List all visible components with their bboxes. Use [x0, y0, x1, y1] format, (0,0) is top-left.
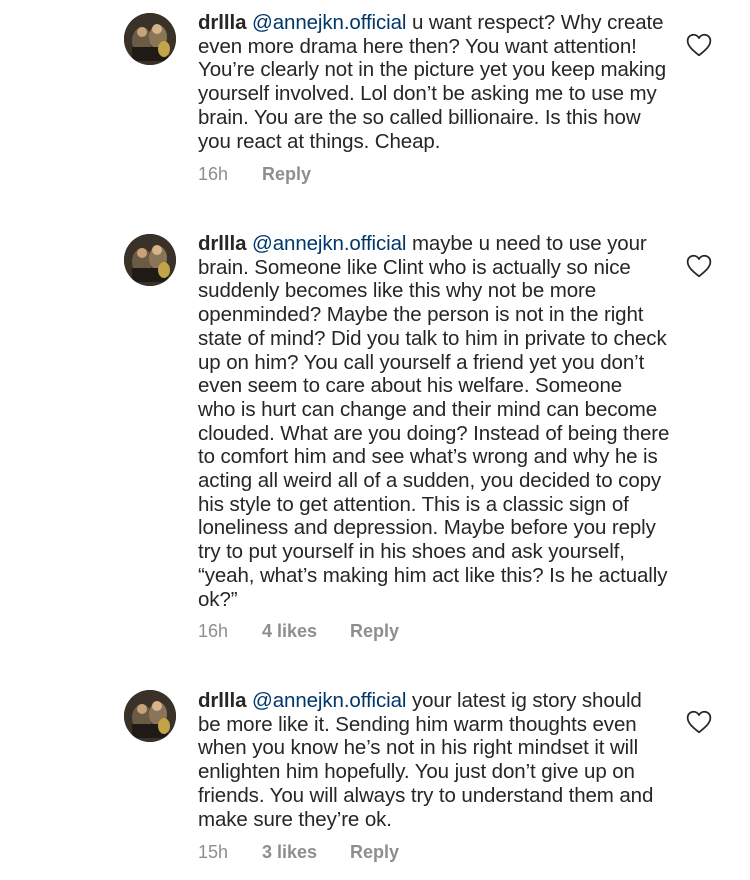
heart-outline-icon[interactable]	[686, 254, 712, 278]
heart-outline-icon[interactable]	[686, 710, 712, 734]
avatar-image	[124, 690, 176, 742]
comment-line: “yeah, what’s making him act like this? …	[198, 563, 668, 587]
comment-line: up on him? You call yourself a friend ye…	[198, 350, 645, 374]
mention-link[interactable]: @annejkn.official	[252, 11, 406, 34]
comment-first-line: drllla @annejkn.official u want respect?…	[198, 11, 668, 35]
comment-username[interactable]: drllla	[198, 232, 246, 255]
comment-line: acting all weird all of a sudden, you de…	[198, 469, 662, 493]
comment-line: loneliness and depression. Maybe before …	[198, 516, 656, 540]
comment-line: friends. You will always try to understa…	[198, 783, 654, 807]
comment-time[interactable]: 16h	[198, 164, 228, 185]
comment-line: try to put yourself in his shoes and ask…	[198, 540, 625, 564]
comment-username[interactable]: drllla	[198, 689, 246, 712]
mention-link[interactable]: @annejkn.official	[252, 689, 406, 712]
comment-line: enlighten him hopefully. You just don’t …	[198, 760, 635, 784]
comment-first-line: drllla @annejkn.official your latest ig …	[198, 689, 668, 713]
reply-button[interactable]: Reply	[350, 842, 399, 863]
comment-line: u want respect? Why create	[406, 11, 664, 34]
comment-line: even seem to care about his welfare. Som…	[198, 374, 623, 398]
comment-line: You’re clearly not in the picture yet yo…	[198, 58, 666, 82]
comment-time[interactable]: 15h	[198, 842, 228, 863]
comment-username[interactable]: drllla	[198, 11, 246, 34]
comment-line: openminded? Maybe the person is not in t…	[198, 303, 644, 327]
avatar[interactable]	[124, 234, 176, 286]
comment-line: your latest ig story should	[406, 689, 642, 712]
comment-text: drllla @annejkn.official u want respect?…	[198, 11, 668, 153]
mention-link[interactable]: @annejkn.official	[252, 232, 406, 255]
comment-first-line: drllla @annejkn.official maybe u need to…	[198, 232, 668, 256]
comment-text: drllla @annejkn.official your latest ig …	[198, 689, 668, 831]
heart-outline-icon[interactable]	[686, 33, 712, 57]
comment-line: yourself involved. Lol don’t be asking m…	[198, 82, 657, 106]
reply-button[interactable]: Reply	[262, 164, 311, 185]
comment-line: who is hurt can change and their mind ca…	[198, 397, 658, 421]
comment-line: clouded. What are you doing? Instead of …	[198, 421, 670, 445]
comment-line: maybe u need to use your	[406, 232, 647, 255]
comment-text: drllla @annejkn.official maybe u need to…	[198, 232, 670, 611]
reply-button[interactable]: Reply	[350, 621, 399, 642]
avatar-image	[124, 13, 176, 65]
comment-line: brain. You are the so called billionaire…	[198, 105, 641, 129]
likes-count[interactable]: 4 likes	[262, 621, 317, 642]
comment-line: brain. Someone like Clint who is actuall…	[198, 255, 631, 279]
comment-line: even more drama here then? You want atte…	[198, 34, 637, 58]
comment-line: when you know he’s not in his right mind…	[198, 736, 639, 760]
avatar[interactable]	[124, 690, 176, 742]
comment-line: be more like it. Sending him warm though…	[198, 712, 637, 736]
comment-time[interactable]: 16h	[198, 621, 228, 642]
likes-count[interactable]: 3 likes	[262, 842, 317, 863]
avatar-image	[124, 234, 176, 286]
comment-line: ok?”	[198, 587, 238, 611]
avatar[interactable]	[124, 13, 176, 65]
comment-line: make sure they’re ok.	[198, 807, 392, 831]
comment-line: his style to get attention. This is a cl…	[198, 492, 629, 516]
comment-line: suddenly becomes like this why not be mo…	[198, 279, 597, 303]
comment-line: state of mind? Did you talk to him in pr…	[198, 326, 667, 350]
comment-line: you react at things. Cheap.	[198, 129, 441, 153]
comment-line: to comfort him and see what’s wrong and …	[198, 445, 658, 469]
